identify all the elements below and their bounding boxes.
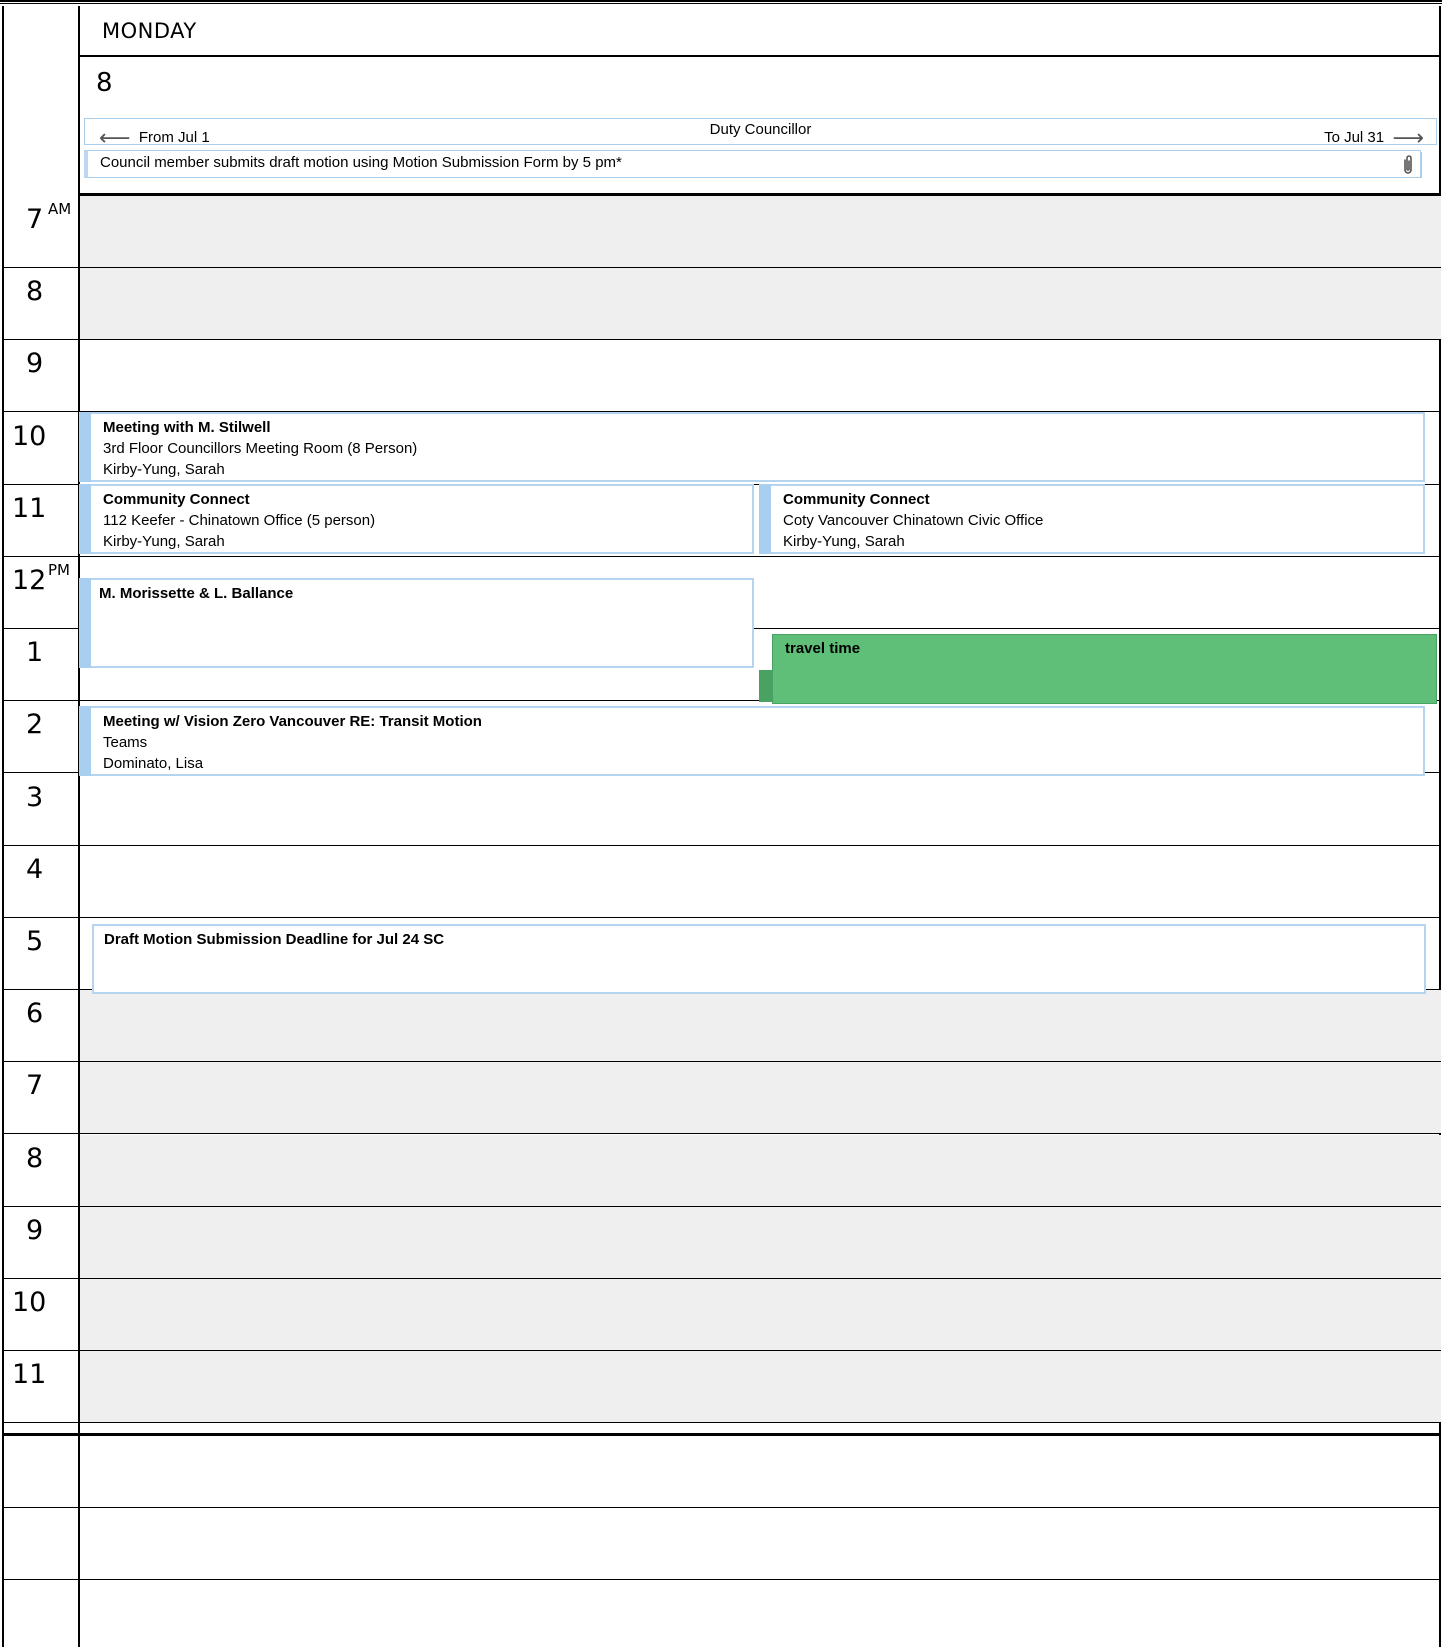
hour-number: 8 xyxy=(26,276,44,307)
event-title: Meeting with M. Stilwell xyxy=(103,419,271,436)
calendar-day-view: MONDAY 8 ⟵ From Jul 1 Duty Councillor To… xyxy=(0,0,1442,1647)
date-number[interactable]: 8 xyxy=(96,68,113,98)
hour-slot[interactable] xyxy=(80,990,1441,1062)
hour-number: 5 xyxy=(26,926,44,957)
event-color-bar xyxy=(759,484,771,554)
hour-label-cell: 5 xyxy=(2,918,80,990)
hour-label-cell: 8 xyxy=(2,1135,80,1207)
all-day-note-text: Council member submits draft motion usin… xyxy=(100,154,622,171)
event-title: Community Connect xyxy=(783,491,930,508)
hour-number: 11 xyxy=(12,1359,47,1390)
hour-number: 10 xyxy=(12,1287,47,1318)
hour-meridiem: PM xyxy=(48,561,70,579)
hour-label-cell: 9 xyxy=(2,340,80,412)
event-community-connect-civic-office[interactable]: Community Connect Coty Vancouver Chinato… xyxy=(759,484,1425,554)
event-organizer: Dominato, Lisa xyxy=(103,755,204,772)
hour-label-cell: 7 AM xyxy=(2,196,80,268)
all-day-event-duty-councillor[interactable]: ⟵ From Jul 1 Duty Councillor To Jul 31 ⟶ xyxy=(84,118,1437,151)
hour-number: 10 xyxy=(12,421,47,452)
event-title: Draft Motion Submission Deadline for Jul… xyxy=(104,931,445,948)
event-location: Coty Vancouver Chinatown Civic Office xyxy=(783,512,1044,529)
hour-label-cell: 8 xyxy=(2,268,80,340)
hour-number: 2 xyxy=(26,709,44,740)
hour-number: 1 xyxy=(26,637,44,668)
event-color-bar xyxy=(79,706,91,776)
event-morissette-ballance[interactable]: M. Morissette & L. Ballance xyxy=(79,578,754,668)
hour-number: 6 xyxy=(26,998,44,1029)
hour-label-cell: 11 xyxy=(2,1351,80,1423)
hour-number: 12 xyxy=(12,565,47,596)
hour-label-cell: 10 xyxy=(2,413,80,485)
event-location: 112 Keefer - Chinatown Office (5 person) xyxy=(103,512,376,529)
hour-label-cell: 12 PM xyxy=(2,557,80,629)
hour-number: 8 xyxy=(26,1143,44,1174)
hour-label-cell: 10 xyxy=(2,1279,80,1351)
all-day-title: Duty Councillor xyxy=(709,121,812,138)
event-community-connect-keefer[interactable]: Community Connect 112 Keefer - Chinatown… xyxy=(79,484,754,554)
hour-slot[interactable] xyxy=(80,1279,1441,1351)
hour-meridiem: AM xyxy=(48,200,72,218)
hour-number: 9 xyxy=(26,1215,44,1246)
hour-label-cell: 4 xyxy=(2,846,80,918)
hour-label-cell: 7 xyxy=(2,1062,80,1134)
event-organizer: Kirby-Yung, Sarah xyxy=(783,533,905,550)
event-color-bar xyxy=(79,484,91,554)
hour-slot[interactable] xyxy=(80,340,1441,412)
hour-number: 4 xyxy=(26,854,44,885)
to-label-wrap: To Jul 31 ⟶ xyxy=(1324,123,1424,151)
hour-slot[interactable] xyxy=(80,1351,1441,1423)
hour-label-cell: 6 xyxy=(2,990,80,1062)
hour-slot[interactable] xyxy=(80,1135,1441,1207)
to-label: To Jul 31 xyxy=(1324,129,1385,146)
paperclip-icon[interactable] xyxy=(1396,152,1422,178)
hour-slot[interactable] xyxy=(80,1062,1441,1134)
hour-slot[interactable] xyxy=(80,846,1441,918)
event-travel-time[interactable]: travel time xyxy=(772,634,1437,704)
hour-label-cell: 9 xyxy=(2,1207,80,1279)
weekday-label: MONDAY xyxy=(102,19,197,43)
event-title: Meeting w/ Vision Zero Vancouver RE: Tra… xyxy=(103,713,482,730)
event-vision-zero[interactable]: Meeting w/ Vision Zero Vancouver RE: Tra… xyxy=(79,706,1425,776)
hour-label-cell: 3 xyxy=(2,774,80,846)
top-border xyxy=(0,0,1442,4)
all-day-event-motion-note[interactable]: Council member submits draft motion usin… xyxy=(84,150,1421,178)
weekday-header: MONDAY xyxy=(80,6,1441,57)
hour-slot[interactable] xyxy=(80,1207,1441,1279)
event-draft-motion-deadline[interactable]: Draft Motion Submission Deadline for Jul… xyxy=(92,924,1426,994)
arrow-right-icon: ⟶ xyxy=(1392,126,1424,151)
event-organizer: Kirby-Yung, Sarah xyxy=(103,533,225,550)
event-organizer: Kirby-Yung, Sarah xyxy=(103,461,225,478)
event-title: M. Morissette & L. Ballance xyxy=(99,585,294,602)
event-color-bar xyxy=(79,578,91,668)
hour-number: 7 xyxy=(26,204,44,235)
hour-number: 9 xyxy=(26,348,44,379)
hour-number: 3 xyxy=(26,782,44,813)
blank-row xyxy=(2,1508,1441,1580)
hour-slot[interactable] xyxy=(80,774,1441,846)
hour-label-cell: 11 xyxy=(2,485,80,557)
event-title: Community Connect xyxy=(103,491,250,508)
event-color-bar xyxy=(79,412,91,482)
travel-time-strip xyxy=(759,670,773,702)
hour-number: 11 xyxy=(12,493,47,524)
blank-row xyxy=(2,1436,1441,1508)
hour-slot[interactable] xyxy=(80,268,1441,340)
event-meeting-stilwell[interactable]: Meeting with M. Stilwell 3rd Floor Counc… xyxy=(79,412,1425,482)
event-location: Teams xyxy=(103,734,148,751)
hour-slot[interactable] xyxy=(80,196,1441,268)
event-title: travel time xyxy=(785,640,861,657)
event-location: 3rd Floor Councillors Meeting Room (8 Pe… xyxy=(103,440,418,457)
hour-label-cell: 1 xyxy=(2,629,80,701)
hour-number: 7 xyxy=(26,1070,44,1101)
hour-label-cell: 2 xyxy=(2,701,80,773)
